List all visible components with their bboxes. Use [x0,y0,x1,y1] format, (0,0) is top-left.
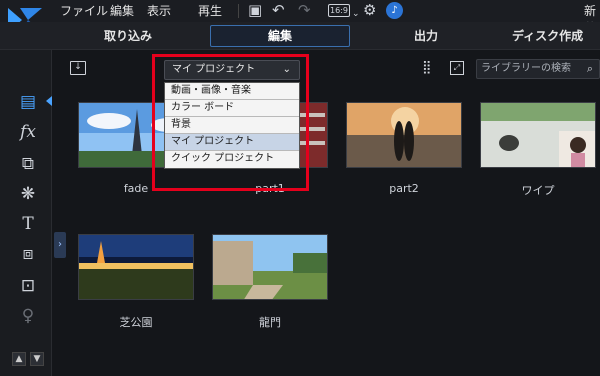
thumbnail-shibakoen[interactable] [78,234,194,300]
library-filter-dropdown[interactable]: マイ プロジェクト ⌄ [164,60,300,80]
dropdown-option-color-board[interactable]: カラー ボード [165,100,299,117]
particle-icon[interactable]: ❋ [17,184,39,204]
thumbnail-label: fade [123,182,149,195]
search-placeholder: ライブラリーの検索 [481,63,571,74]
subtitle-icon[interactable]: ⊡ [17,276,39,296]
library-search-input[interactable]: ライブラリーの検索 ⌕ [476,59,600,79]
active-indicator [46,96,52,106]
menu-edit[interactable]: 編集 [110,2,134,19]
pip-icon[interactable]: ⧈ [17,244,39,264]
expand-panel-button[interactable]: › [54,232,66,258]
thumbnail-label: part1 [255,182,285,195]
thumbnail-label: 芝公園 [119,316,153,329]
chevron-down-icon[interactable]: ⌄ [352,5,360,23]
settings-icon[interactable]: ⚙ [363,1,376,19]
thumbnail-ryumon[interactable] [212,234,328,300]
thumbnail-image [79,235,193,299]
thumbnail-label: 龍門 [259,316,281,329]
thumbnail-wipe[interactable] [480,102,596,168]
room-sidebar: ▤ fx ⧉ ❋ T ⧈ ⊡ ♀ ▲ ▼ [0,50,52,376]
media-icon[interactable]: ▤ [17,92,39,112]
tab-capture[interactable]: 取り込み [104,27,152,44]
dropdown-option-media[interactable]: 動画・画像・音楽 [165,83,299,100]
menu-file[interactable]: ファイル [60,2,108,19]
tab-edit[interactable]: 編集 [210,25,350,47]
thumbnail-image [213,235,327,299]
save-icon[interactable]: ▣ [248,1,262,19]
menu-playback[interactable]: 再生 [198,2,222,19]
notification-icon[interactable]: ♪ [386,2,403,19]
tab-produce[interactable]: 出力 [414,27,438,44]
menu-view[interactable]: 表示 [147,2,171,19]
thumbnail-image [347,103,461,167]
thumbnail-label: ワイプ [521,184,555,197]
aspect-ratio-selector[interactable]: 16:9 [328,4,350,17]
media-library: ↓ ⣿ ⤢ ライブラリーの検索 ⌕ fade part1 part2 ワイプ 芝… [66,50,600,376]
redo-icon[interactable]: ↷ [298,1,311,19]
scroll-down-button[interactable]: ▼ [30,352,44,366]
dropdown-option-my-projects[interactable]: マイ プロジェクト [165,134,299,151]
expand-icon[interactable]: ⤢ [450,61,464,75]
search-icon[interactable]: ⌕ [587,60,593,78]
dropdown-option-quick-projects[interactable]: クイック プロジェクト [165,151,299,168]
menu-bar: ファイル 編集 表示 再生 ▣ ↶ ↷ 16:9 ⌄ ⚙ ♪ 新共 [0,0,600,35]
dropdown-selected-value: マイ プロジェクト [172,64,256,75]
title-icon[interactable]: T [17,214,39,234]
thumbnail-part2[interactable] [346,102,462,168]
chevron-down-icon: ⌄ [282,64,291,75]
undo-icon[interactable]: ↶ [272,1,285,19]
mode-tab-bar: 取り込み 編集 出力 ディスク作成 [0,22,600,50]
fx-icon[interactable]: fx [17,122,39,142]
dropdown-option-background[interactable]: 背景 [165,117,299,134]
thumbnail-label: part2 [389,182,419,195]
mic-icon[interactable]: ♀ [17,306,39,326]
transition-icon[interactable]: ⧉ [17,154,39,174]
scroll-up-button[interactable]: ▲ [12,352,26,366]
toolbar-divider [238,4,239,18]
tab-disc[interactable]: ディスク作成 [512,27,583,44]
dropdown-menu: 動画・画像・音楽 カラー ボード 背景 マイ プロジェクト クイック プロジェク… [164,82,300,169]
import-icon[interactable]: ↓ [70,61,86,75]
grid-icon[interactable]: ⣿ [422,61,432,75]
thumbnail-image [481,103,595,167]
library-toolbar: ↓ ⣿ ⤢ ライブラリーの検索 ⌕ [66,50,600,86]
